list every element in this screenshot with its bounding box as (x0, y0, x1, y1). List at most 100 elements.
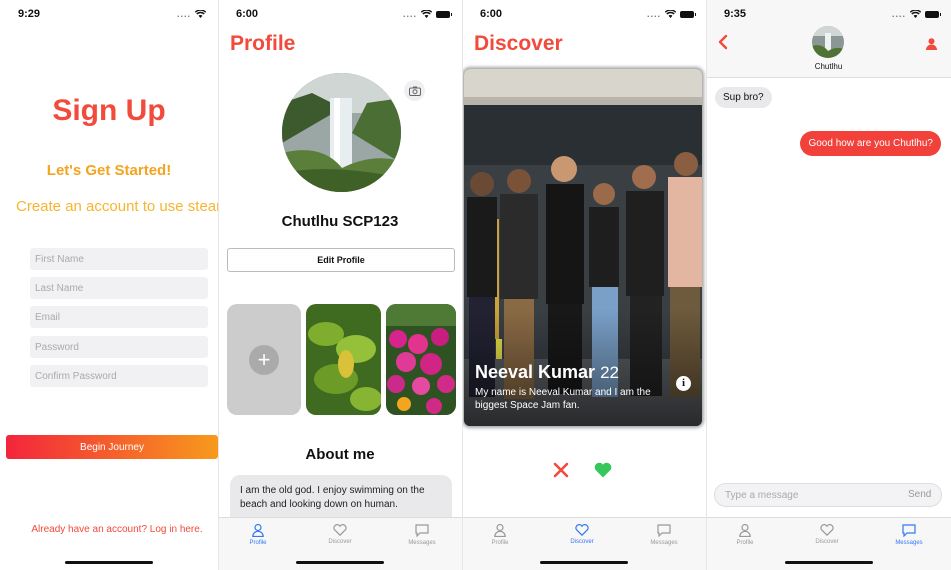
begin-journey-button[interactable]: Begin Journey (6, 435, 218, 459)
status-indicators: .... (177, 9, 206, 19)
message-outgoing: Good how are you Chutlhu? (800, 131, 941, 156)
signal-icon: .... (402, 9, 417, 19)
tab-messages[interactable]: Messages (634, 524, 694, 546)
wifi-icon (665, 10, 676, 18)
battery-icon (680, 10, 696, 18)
profile-avatar[interactable] (282, 73, 401, 192)
person-icon (252, 524, 264, 537)
back-button[interactable] (718, 34, 728, 55)
signup-screen: 9:29 .... Sign Up Let's Get Started! Cre… (0, 0, 218, 570)
add-photo-tile[interactable]: + (227, 304, 301, 415)
first-name-field[interactable] (30, 248, 208, 270)
contact-name: Chutlhu (814, 62, 843, 71)
home-indicator (540, 561, 628, 564)
email-field[interactable] (30, 306, 208, 328)
status-bar: 6:00 .... (462, 8, 706, 24)
tab-discover[interactable]: Discover (797, 524, 857, 545)
wifi-icon (421, 10, 432, 18)
heart-icon (820, 524, 834, 536)
tab-label: Discover (815, 539, 839, 545)
battery-icon (436, 10, 452, 18)
tab-label: Profile (736, 540, 754, 546)
tab-discover[interactable]: Discover (552, 524, 612, 545)
discover-screen: 6:00 .... Discover Neeval Kumar 22 My na… (462, 0, 706, 570)
signal-icon: .... (646, 9, 661, 19)
page-title: Discover (474, 32, 563, 55)
chat-screen: 9:35 .... Chutlhu Sup bro? Good how are … (706, 0, 951, 570)
page-description: Create an account to use steamy (16, 198, 218, 215)
status-indicators: .... (402, 9, 452, 19)
card-age: 22 (600, 363, 619, 382)
tab-label: Messages (650, 540, 678, 546)
tab-label: Discover (570, 539, 594, 545)
tab-label: Profile (491, 540, 509, 546)
leaf-photo (306, 304, 381, 415)
status-time: 9:35 (724, 8, 747, 20)
photo-thumbnail[interactable] (386, 304, 456, 415)
about-heading: About me (305, 446, 375, 463)
profile-card[interactable]: Neeval Kumar 22 My name is Neeval Kumar … (464, 69, 702, 426)
confirm-password-field[interactable] (30, 365, 208, 387)
signal-icon: .... (891, 9, 906, 19)
tab-messages[interactable]: Messages (392, 524, 452, 546)
card-name-text: Neeval Kumar (475, 362, 596, 382)
page-subtitle: Let's Get Started! (46, 162, 172, 179)
message-incoming: Sup bro? (715, 87, 772, 108)
message-icon (657, 524, 671, 537)
contact-avatar[interactable] (812, 26, 844, 58)
last-name-field[interactable] (30, 277, 208, 299)
tab-discover[interactable]: Discover (310, 524, 370, 545)
heart-icon (333, 524, 347, 536)
profile-button[interactable] (926, 37, 937, 55)
dislike-button[interactable] (549, 458, 573, 482)
heart-icon (575, 524, 589, 536)
person-icon (926, 38, 937, 50)
status-bar: 9:35 .... (706, 8, 951, 24)
tab-profile[interactable]: Profile (715, 524, 775, 546)
chat-header: 9:35 .... Chutlhu (706, 0, 951, 78)
tab-label: Messages (895, 540, 923, 546)
profile-name: Chutlhu SCP123 (281, 213, 399, 230)
message-icon (902, 524, 916, 537)
tab-profile[interactable]: Profile (228, 524, 288, 546)
heart-filled-icon (594, 462, 612, 478)
profile-screen: 6:00 .... Profile Chutlhu SCP123 Edit Pr… (218, 0, 462, 570)
home-indicator (65, 561, 153, 564)
tab-label: Messages (408, 540, 436, 546)
send-button[interactable]: Send (908, 489, 931, 500)
password-field[interactable] (30, 336, 208, 358)
status-time: 6:00 (480, 8, 503, 20)
card-description: My name is Neeval Kumar and I am the big… (475, 387, 651, 411)
status-bar: 9:29 .... (0, 8, 218, 24)
tab-profile[interactable]: Profile (470, 524, 530, 546)
camera-icon[interactable] (404, 80, 425, 101)
login-link[interactable]: Already have an account? Log in here. (0, 524, 218, 535)
waterfall-photo (282, 73, 401, 192)
flowers-photo (386, 304, 456, 415)
status-indicators: .... (646, 9, 696, 19)
panel-divider (462, 0, 463, 570)
screens-collage: 9:29 .... Sign Up Let's Get Started! Cre… (0, 0, 951, 570)
tab-label: Profile (249, 540, 267, 546)
person-icon (494, 524, 506, 537)
tab-label: Discover (328, 539, 352, 545)
tab-messages[interactable]: Messages (879, 524, 939, 546)
waterfall-photo (812, 26, 844, 58)
status-time: 9:29 (18, 8, 41, 20)
add-icon: + (249, 345, 279, 375)
wifi-icon (195, 10, 206, 18)
info-icon[interactable]: i (676, 376, 691, 391)
status-bar: 6:00 .... (218, 8, 462, 24)
panel-divider (218, 0, 219, 570)
person-icon (739, 524, 751, 537)
home-indicator (784, 561, 873, 564)
status-indicators: .... (891, 9, 941, 19)
status-time: 6:00 (236, 8, 259, 20)
signal-icon: .... (176, 9, 191, 19)
edit-profile-button[interactable]: Edit Profile (227, 248, 455, 272)
close-icon (553, 462, 569, 478)
photo-thumbnail[interactable] (306, 304, 381, 415)
message-icon (415, 524, 429, 537)
like-button[interactable] (591, 458, 615, 482)
chevron-left-icon (718, 34, 728, 50)
